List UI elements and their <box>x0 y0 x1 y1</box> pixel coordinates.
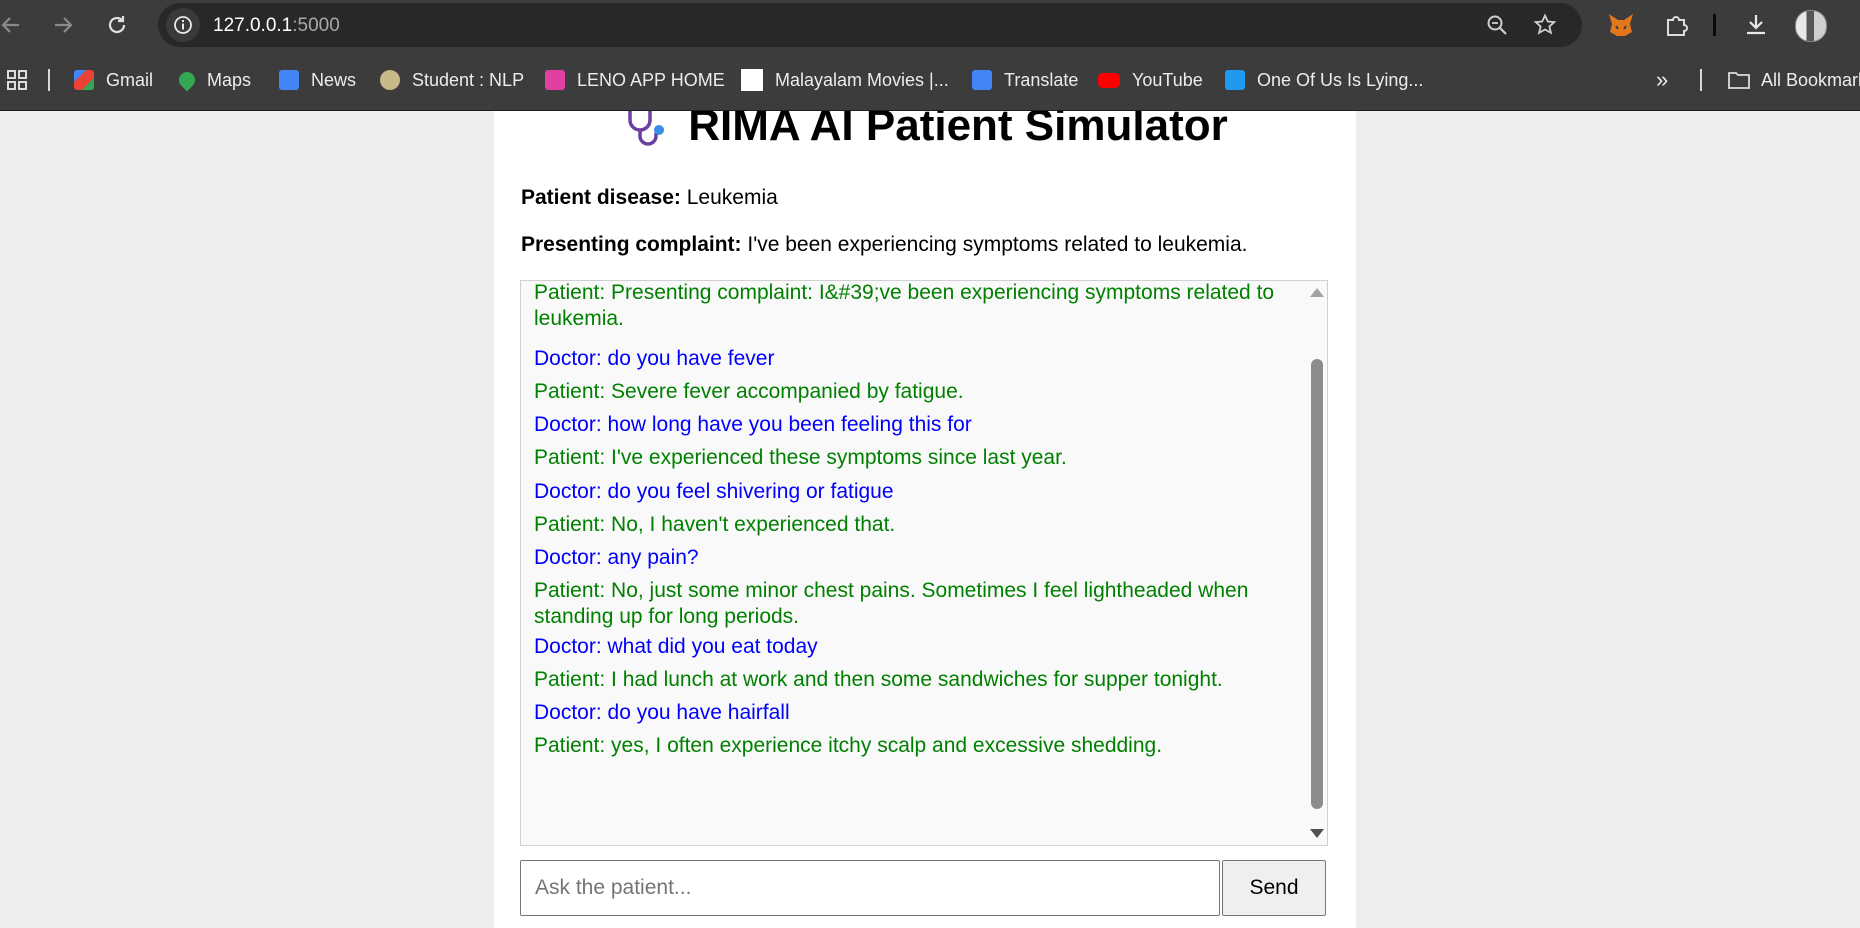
chat-message-doctor: Doctor: do you have hairfall <box>534 701 790 724</box>
disease-value: Leukemia <box>686 186 778 209</box>
patient-disease: Patient disease: Leukemia <box>521 186 778 210</box>
chat-message-doctor: Doctor: any pain? <box>534 546 699 569</box>
folder-icon <box>1728 72 1750 89</box>
chat-message-doctor: Doctor: what did you eat today <box>534 635 818 658</box>
forward-arrow-icon <box>55 17 73 33</box>
all-bookmarks-label: All Bookmarks <box>1761 69 1860 90</box>
toolbar-separator <box>1713 14 1716 36</box>
back-button[interactable] <box>0 10 26 40</box>
complaint-label: Presenting complaint: <box>521 233 742 256</box>
bookmark-label: LENO APP HOME <box>577 69 725 90</box>
browser-toolbar: 127.0.0.1:5000 <box>0 0 1860 50</box>
scroll-up-arrow-icon[interactable] <box>1310 288 1324 297</box>
chat-message-doctor: Doctor: do you feel shivering or fatigue <box>534 480 894 503</box>
gmail-icon <box>74 70 94 90</box>
chat-message-patient: Patient: yes, I often experience itchy s… <box>534 734 1163 757</box>
apps-grid-icon[interactable] <box>6 68 28 92</box>
chat-message-patient: Patient: No, I haven't experienced that. <box>534 513 896 536</box>
bookmark-youtube[interactable]: YouTube <box>1098 68 1203 92</box>
simulator-card: RIMA AI Patient Simulator Patient diseas… <box>494 111 1356 928</box>
address-bar[interactable]: 127.0.0.1:5000 <box>158 3 1582 47</box>
complaint-value: I've been experiencing symptoms related … <box>747 233 1248 256</box>
chat-message-patient: Patient: I had lunch at work and then so… <box>534 668 1223 691</box>
scrollbar-thumb[interactable] <box>1311 359 1323 809</box>
tvshow-icon <box>1225 70 1245 90</box>
youtube-icon <box>1098 72 1120 88</box>
page-header: RIMA AI Patient Simulator <box>494 111 1356 150</box>
all-bookmarks-folder[interactable]: All Bookmarks <box>1727 68 1860 92</box>
reload-icon <box>108 16 126 34</box>
chat-message-patient: Patient: No, just some minor chest pains… <box>534 579 1249 628</box>
stethoscope-icon <box>628 111 665 146</box>
bookmark-gmail[interactable]: Gmail <box>74 68 153 92</box>
news-icon <box>279 70 299 90</box>
bookmark-label: Gmail <box>106 69 154 90</box>
page-viewport: RIMA AI Patient Simulator Patient diseas… <box>0 111 1860 928</box>
zoom-icon[interactable] <box>1484 12 1510 38</box>
chat-history[interactable]: Patient: Presenting complaint: I&#39;ve … <box>520 280 1328 846</box>
bookmarks-separator <box>48 69 50 91</box>
bookmark-one-of-us[interactable]: One Of Us Is Lying... <box>1225 68 1423 92</box>
bookmark-label: News <box>311 69 357 90</box>
bookmark-maps[interactable]: Maps <box>175 68 252 92</box>
info-icon <box>174 16 192 34</box>
page-title: RIMA AI Patient Simulator <box>688 111 1228 150</box>
chat-scrollbar[interactable] <box>1305 281 1327 845</box>
chat-message-patient: Patient: Severe fever accompanied by fat… <box>534 380 964 403</box>
bookmarks-bar: Gmail Maps News Student : NLP LENO APP H… <box>0 50 1860 111</box>
bookmark-student-nlp[interactable]: Student : NLP <box>380 68 524 92</box>
send-button[interactable]: Send <box>1222 860 1326 916</box>
download-icon[interactable] <box>1740 9 1772 41</box>
forward-button[interactable] <box>48 10 78 40</box>
student-icon <box>380 70 400 90</box>
bookmark-label: Malayalam Movies |... <box>775 69 949 90</box>
bookmark-label: YouTube <box>1132 69 1203 90</box>
bookmark-label: Student : NLP <box>412 69 525 90</box>
leno-icon <box>545 70 565 90</box>
bookmark-leno[interactable]: LENO APP HOME <box>545 68 725 92</box>
profile-avatar[interactable] <box>1795 10 1827 42</box>
url-text[interactable]: 127.0.0.1:5000 <box>213 15 340 37</box>
maps-icon <box>175 68 199 92</box>
extensions-puzzle-icon[interactable] <box>1660 9 1692 41</box>
presenting-complaint: Presenting complaint: I've been experien… <box>521 233 1247 257</box>
chat-message-patient: Patient: I've experienced these symptoms… <box>534 446 1067 469</box>
bookmark-translate[interactable]: Translate <box>972 68 1078 92</box>
bookmark-news[interactable]: News <box>279 68 356 92</box>
bookmark-label: Maps <box>207 69 252 90</box>
reload-button[interactable] <box>102 10 132 40</box>
disease-label: Patient disease: <box>521 186 681 209</box>
metamask-fox-icon[interactable] <box>1605 9 1637 41</box>
scroll-down-arrow-icon[interactable] <box>1310 829 1324 838</box>
bookmark-label: One Of Us Is Lying... <box>1257 69 1424 90</box>
ask-patient-input[interactable] <box>520 860 1220 916</box>
bookmarks-separator <box>1700 69 1702 91</box>
back-arrow-icon <box>1 17 19 33</box>
bookmark-malayalam-movies[interactable]: Malayalam Movies |... <box>741 68 949 92</box>
page-icon <box>741 69 763 91</box>
translate-icon <box>972 70 992 90</box>
site-info-button[interactable] <box>166 8 200 42</box>
bookmark-star-icon[interactable] <box>1532 12 1558 38</box>
url-port: :5000 <box>292 15 340 36</box>
url-host: 127.0.0.1 <box>213 15 293 36</box>
chat-message-patient: Patient: Presenting complaint: I&#39;ve … <box>534 281 1275 330</box>
chat-message-doctor: Doctor: do you have fever <box>534 347 775 370</box>
more-bookmarks-chevron-icon[interactable]: » <box>1656 67 1668 92</box>
bookmark-label: Translate <box>1004 69 1079 90</box>
chat-message-doctor: Doctor: how long have you been feeling t… <box>534 413 972 436</box>
